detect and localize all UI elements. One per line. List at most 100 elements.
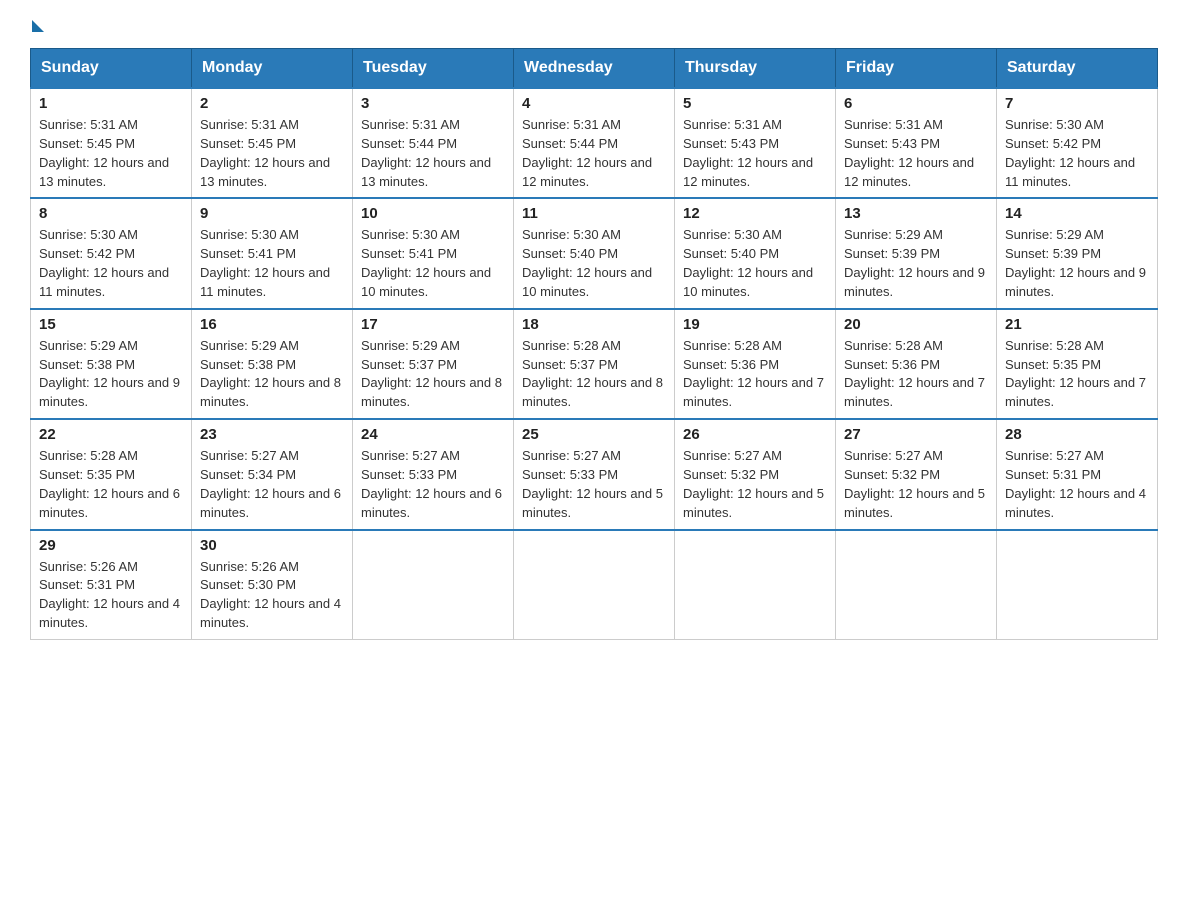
calendar-cell: 20 Sunrise: 5:28 AM Sunset: 5:36 PM Dayl… <box>836 309 997 419</box>
week-row-1: 1 Sunrise: 5:31 AM Sunset: 5:45 PM Dayli… <box>31 88 1158 198</box>
calendar-cell: 28 Sunrise: 5:27 AM Sunset: 5:31 PM Dayl… <box>997 419 1158 529</box>
weekday-header-friday: Friday <box>836 49 997 89</box>
day-info: Sunrise: 5:29 AM Sunset: 5:38 PM Dayligh… <box>39 337 183 412</box>
calendar-cell: 5 Sunrise: 5:31 AM Sunset: 5:43 PM Dayli… <box>675 88 836 198</box>
day-info: Sunrise: 5:29 AM Sunset: 5:38 PM Dayligh… <box>200 337 344 412</box>
calendar-cell: 25 Sunrise: 5:27 AM Sunset: 5:33 PM Dayl… <box>514 419 675 529</box>
day-info: Sunrise: 5:29 AM Sunset: 5:37 PM Dayligh… <box>361 337 505 412</box>
day-info: Sunrise: 5:31 AM Sunset: 5:43 PM Dayligh… <box>683 116 827 191</box>
day-info: Sunrise: 5:31 AM Sunset: 5:44 PM Dayligh… <box>522 116 666 191</box>
day-number: 28 <box>1005 426 1149 443</box>
day-number: 2 <box>200 95 344 112</box>
day-info: Sunrise: 5:27 AM Sunset: 5:33 PM Dayligh… <box>361 447 505 522</box>
calendar-cell: 27 Sunrise: 5:27 AM Sunset: 5:32 PM Dayl… <box>836 419 997 529</box>
day-info: Sunrise: 5:28 AM Sunset: 5:35 PM Dayligh… <box>39 447 183 522</box>
day-number: 12 <box>683 205 827 222</box>
weekday-header-tuesday: Tuesday <box>353 49 514 89</box>
calendar-cell: 13 Sunrise: 5:29 AM Sunset: 5:39 PM Dayl… <box>836 198 997 308</box>
day-info: Sunrise: 5:31 AM Sunset: 5:45 PM Dayligh… <box>200 116 344 191</box>
day-number: 10 <box>361 205 505 222</box>
calendar-cell: 22 Sunrise: 5:28 AM Sunset: 5:35 PM Dayl… <box>31 419 192 529</box>
day-info: Sunrise: 5:30 AM Sunset: 5:42 PM Dayligh… <box>1005 116 1149 191</box>
day-number: 4 <box>522 95 666 112</box>
calendar-cell: 4 Sunrise: 5:31 AM Sunset: 5:44 PM Dayli… <box>514 88 675 198</box>
calendar-cell: 1 Sunrise: 5:31 AM Sunset: 5:45 PM Dayli… <box>31 88 192 198</box>
day-number: 7 <box>1005 95 1149 112</box>
day-number: 17 <box>361 316 505 333</box>
calendar-cell: 16 Sunrise: 5:29 AM Sunset: 5:38 PM Dayl… <box>192 309 353 419</box>
calendar-cell <box>353 530 514 640</box>
calendar-cell <box>514 530 675 640</box>
day-info: Sunrise: 5:31 AM Sunset: 5:45 PM Dayligh… <box>39 116 183 191</box>
calendar-cell: 21 Sunrise: 5:28 AM Sunset: 5:35 PM Dayl… <box>997 309 1158 419</box>
calendar-cell: 9 Sunrise: 5:30 AM Sunset: 5:41 PM Dayli… <box>192 198 353 308</box>
weekday-header-monday: Monday <box>192 49 353 89</box>
day-number: 14 <box>1005 205 1149 222</box>
week-row-5: 29 Sunrise: 5:26 AM Sunset: 5:31 PM Dayl… <box>31 530 1158 640</box>
calendar-table: SundayMondayTuesdayWednesdayThursdayFrid… <box>30 48 1158 640</box>
calendar-cell: 8 Sunrise: 5:30 AM Sunset: 5:42 PM Dayli… <box>31 198 192 308</box>
day-number: 22 <box>39 426 183 443</box>
day-info: Sunrise: 5:30 AM Sunset: 5:41 PM Dayligh… <box>200 226 344 301</box>
day-number: 16 <box>200 316 344 333</box>
day-info: Sunrise: 5:26 AM Sunset: 5:31 PM Dayligh… <box>39 558 183 633</box>
day-number: 20 <box>844 316 988 333</box>
day-info: Sunrise: 5:27 AM Sunset: 5:31 PM Dayligh… <box>1005 447 1149 522</box>
weekday-header-thursday: Thursday <box>675 49 836 89</box>
day-info: Sunrise: 5:28 AM Sunset: 5:36 PM Dayligh… <box>844 337 988 412</box>
calendar-cell: 18 Sunrise: 5:28 AM Sunset: 5:37 PM Dayl… <box>514 309 675 419</box>
calendar-cell: 15 Sunrise: 5:29 AM Sunset: 5:38 PM Dayl… <box>31 309 192 419</box>
day-info: Sunrise: 5:31 AM Sunset: 5:44 PM Dayligh… <box>361 116 505 191</box>
day-number: 5 <box>683 95 827 112</box>
day-info: Sunrise: 5:27 AM Sunset: 5:33 PM Dayligh… <box>522 447 666 522</box>
day-number: 3 <box>361 95 505 112</box>
day-info: Sunrise: 5:27 AM Sunset: 5:32 PM Dayligh… <box>844 447 988 522</box>
calendar-cell: 23 Sunrise: 5:27 AM Sunset: 5:34 PM Dayl… <box>192 419 353 529</box>
day-number: 9 <box>200 205 344 222</box>
day-number: 13 <box>844 205 988 222</box>
day-info: Sunrise: 5:29 AM Sunset: 5:39 PM Dayligh… <box>844 226 988 301</box>
logo-arrow-icon <box>32 20 44 32</box>
day-number: 15 <box>39 316 183 333</box>
calendar-cell: 26 Sunrise: 5:27 AM Sunset: 5:32 PM Dayl… <box>675 419 836 529</box>
calendar-cell: 17 Sunrise: 5:29 AM Sunset: 5:37 PM Dayl… <box>353 309 514 419</box>
day-info: Sunrise: 5:31 AM Sunset: 5:43 PM Dayligh… <box>844 116 988 191</box>
calendar-cell: 7 Sunrise: 5:30 AM Sunset: 5:42 PM Dayli… <box>997 88 1158 198</box>
day-number: 8 <box>39 205 183 222</box>
calendar-cell: 29 Sunrise: 5:26 AM Sunset: 5:31 PM Dayl… <box>31 530 192 640</box>
calendar-cell: 14 Sunrise: 5:29 AM Sunset: 5:39 PM Dayl… <box>997 198 1158 308</box>
week-row-3: 15 Sunrise: 5:29 AM Sunset: 5:38 PM Dayl… <box>31 309 1158 419</box>
calendar-cell: 3 Sunrise: 5:31 AM Sunset: 5:44 PM Dayli… <box>353 88 514 198</box>
day-number: 23 <box>200 426 344 443</box>
logo <box>30 20 46 32</box>
day-number: 30 <box>200 537 344 554</box>
week-row-4: 22 Sunrise: 5:28 AM Sunset: 5:35 PM Dayl… <box>31 419 1158 529</box>
day-number: 11 <box>522 205 666 222</box>
day-info: Sunrise: 5:27 AM Sunset: 5:32 PM Dayligh… <box>683 447 827 522</box>
day-info: Sunrise: 5:30 AM Sunset: 5:42 PM Dayligh… <box>39 226 183 301</box>
day-number: 26 <box>683 426 827 443</box>
weekday-header-wednesday: Wednesday <box>514 49 675 89</box>
calendar-cell <box>997 530 1158 640</box>
day-info: Sunrise: 5:30 AM Sunset: 5:40 PM Dayligh… <box>683 226 827 301</box>
day-number: 27 <box>844 426 988 443</box>
day-number: 6 <box>844 95 988 112</box>
day-number: 1 <box>39 95 183 112</box>
day-number: 18 <box>522 316 666 333</box>
day-number: 19 <box>683 316 827 333</box>
day-number: 24 <box>361 426 505 443</box>
calendar-cell: 12 Sunrise: 5:30 AM Sunset: 5:40 PM Dayl… <box>675 198 836 308</box>
day-info: Sunrise: 5:28 AM Sunset: 5:36 PM Dayligh… <box>683 337 827 412</box>
page-header <box>30 20 1158 32</box>
day-info: Sunrise: 5:30 AM Sunset: 5:40 PM Dayligh… <box>522 226 666 301</box>
day-info: Sunrise: 5:28 AM Sunset: 5:37 PM Dayligh… <box>522 337 666 412</box>
weekday-header-row: SundayMondayTuesdayWednesdayThursdayFrid… <box>31 49 1158 89</box>
day-info: Sunrise: 5:27 AM Sunset: 5:34 PM Dayligh… <box>200 447 344 522</box>
calendar-cell <box>675 530 836 640</box>
week-row-2: 8 Sunrise: 5:30 AM Sunset: 5:42 PM Dayli… <box>31 198 1158 308</box>
calendar-cell: 10 Sunrise: 5:30 AM Sunset: 5:41 PM Dayl… <box>353 198 514 308</box>
day-number: 21 <box>1005 316 1149 333</box>
calendar-cell: 11 Sunrise: 5:30 AM Sunset: 5:40 PM Dayl… <box>514 198 675 308</box>
calendar-cell: 30 Sunrise: 5:26 AM Sunset: 5:30 PM Dayl… <box>192 530 353 640</box>
day-info: Sunrise: 5:30 AM Sunset: 5:41 PM Dayligh… <box>361 226 505 301</box>
